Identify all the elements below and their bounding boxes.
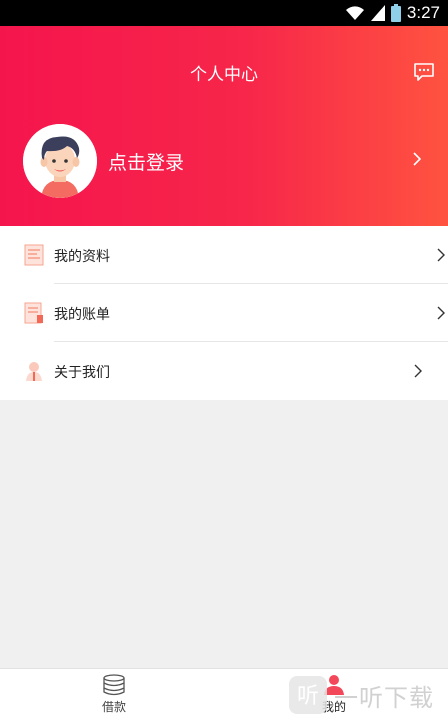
svg-text:听: 听 [297,684,319,709]
watermark: 听 一听下载 [288,672,448,718]
page-title: 个人中心 [190,65,258,85]
battery-icon [390,4,401,22]
watermark-logo-icon: 听 [289,676,327,714]
chevron-right-icon [437,248,445,262]
status-icons: 3:27 [345,3,440,23]
login-link[interactable]: 点击登录 [108,148,184,175]
avatar-face-icon [23,124,97,198]
avatar[interactable] [23,124,97,198]
menu-list: 我的资料 我的账单 关于我们 [0,226,448,400]
chevron-right-icon [437,306,445,320]
menu-item-bill[interactable]: 我的账单 [0,284,448,342]
chevron-right-icon [414,364,422,378]
signal-icon [370,5,385,21]
tab-loan[interactable]: 借款 [54,669,174,718]
menu-item-profile[interactable]: 我的资料 [0,226,448,284]
tab-label: 借款 [101,700,126,714]
profile-header: 个人中心 点击登录 [0,26,448,226]
menu-item-label: 我的资料 [54,249,110,265]
bill-doc-icon [24,302,43,324]
menu-item-about[interactable]: 关于我们 [0,342,448,400]
message-icon[interactable] [413,62,435,82]
status-bar: 3:27 [0,0,448,26]
coins-stack-icon [103,674,125,696]
profile-doc-icon [24,244,44,266]
chevron-right-icon[interactable] [412,151,422,167]
watermark-text: 一听下载 [334,683,434,712]
menu-item-label: 关于我们 [54,365,110,381]
wifi-icon [345,6,364,20]
menu-item-label: 我的账单 [54,307,110,323]
about-person-icon [26,362,42,381]
status-time: 3:27 [406,3,440,22]
